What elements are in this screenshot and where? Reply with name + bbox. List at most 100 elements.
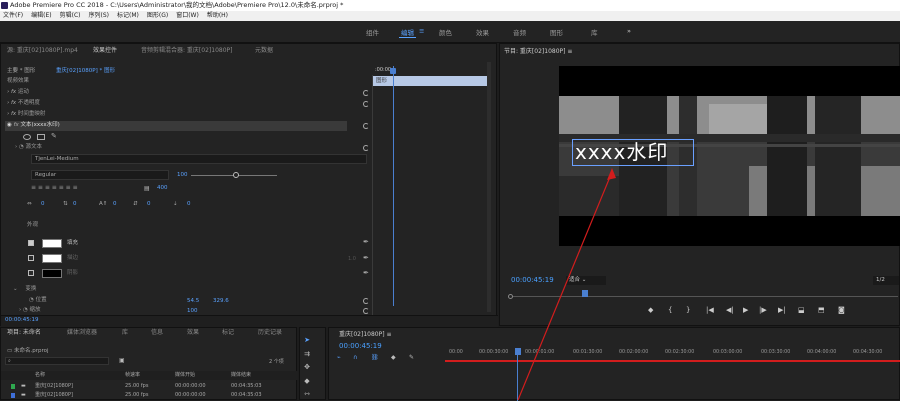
work-area-bar[interactable] — [445, 360, 900, 362]
step-back-icon[interactable]: ◀| — [726, 306, 734, 314]
workspace-color[interactable]: 颜色 — [439, 27, 452, 37]
reset-icon[interactable] — [363, 298, 369, 304]
tracking-value[interactable]: 400 — [157, 185, 168, 191]
tab-metadata[interactable]: 元数据 — [255, 44, 273, 58]
zoom-handle-left[interactable] — [508, 294, 513, 299]
sequence-tab[interactable]: 重庆[02]1080P] ≡ — [339, 329, 391, 338]
timeline-ruler[interactable]: 00:00 00:00:30:00 00:00:01:00 00:01:30:0… — [445, 345, 900, 367]
timeline-playhead[interactable] — [517, 355, 518, 401]
font-size-value[interactable]: 100 — [177, 172, 188, 178]
lift-icon[interactable]: ⬓ — [798, 306, 805, 314]
step-forward-icon[interactable]: |▶ — [759, 306, 767, 314]
text-layer-label[interactable]: ◉ fx 文本(xxxx水印) — [7, 121, 60, 130]
slip-tool-icon[interactable]: ⇿ — [302, 390, 312, 399]
column-fps[interactable]: 帧速率 — [125, 371, 140, 380]
workspace-audio[interactable]: 音频 — [513, 27, 526, 37]
master-clip-label[interactable]: 主要 * 图形 — [7, 66, 35, 74]
menu-file[interactable]: 文件(F) — [3, 11, 23, 21]
shadow-color-swatch[interactable] — [42, 269, 62, 278]
stroke-width-value[interactable]: 1.0 — [348, 255, 356, 264]
reset-icon[interactable] — [363, 123, 369, 129]
workspace-assembly[interactable]: 组件 — [366, 27, 379, 37]
tab-libraries[interactable]: 库 — [122, 328, 128, 338]
wrench-icon[interactable]: ✎ — [409, 354, 414, 361]
workspace-graphics[interactable]: 图形 — [550, 27, 563, 37]
workspace-libraries[interactable]: 库 — [591, 27, 598, 37]
reset-icon[interactable] — [363, 308, 369, 314]
rectangle-mask-icon[interactable] — [37, 134, 45, 140]
ripple-edit-tool-icon[interactable]: ✥ — [302, 363, 312, 372]
mark-in-icon[interactable]: { — [668, 306, 672, 314]
shadow-checkbox[interactable] — [28, 270, 34, 276]
go-to-in-icon[interactable]: |◀ — [706, 306, 714, 314]
table-row[interactable]: ▬ 重庆[02]1080P] 25.00 fps 00:00:00:00 00:… — [1, 382, 298, 391]
program-timecode[interactable]: 00:00:45:19 — [511, 276, 554, 284]
go-to-out-icon[interactable]: ▶| — [778, 306, 786, 314]
table-row[interactable]: ▬ 重庆[02]1080P] 25.00 fps 00:00:00:00 00:… — [1, 391, 298, 400]
workspace-more-icon[interactable]: » — [627, 27, 631, 35]
add-marker-icon[interactable]: ◆ — [391, 354, 396, 361]
font-dropdown[interactable]: TjenLei-Medium — [31, 154, 367, 164]
tab-effects[interactable]: 效果 — [187, 328, 199, 338]
pen-mask-icon[interactable]: ✎ — [51, 132, 57, 140]
label-color-chip[interactable] — [11, 393, 15, 398]
baseline-value[interactable]: 0 — [113, 201, 117, 207]
font-size-slider-thumb[interactable] — [233, 172, 239, 178]
workspace-editing[interactable]: 编辑 — [399, 27, 416, 38]
text-align-buttons[interactable]: ≡ ≡ ≡ ≡ ≡ ≡ ≡ — [31, 184, 131, 193]
tab-markers[interactable]: 标记 — [222, 328, 234, 338]
play-icon[interactable]: ▶ — [743, 306, 748, 314]
position-x-value[interactable]: 54.5 — [187, 298, 199, 304]
tsume-value[interactable]: 0 — [147, 201, 151, 207]
tab-source[interactable]: 源: 重庆[02]1080P].mp4 — [7, 44, 78, 58]
effect-panel-timecode[interactable]: 00:00:45:19 — [5, 317, 39, 323]
effect-row-opacity[interactable]: › fx 不透明度 — [7, 99, 40, 108]
timeline-timecode[interactable]: 00:00:45:19 — [339, 342, 382, 350]
resolution-dropdown[interactable]: 1/2 — [873, 276, 899, 285]
leading-value[interactable]: 0 — [73, 201, 77, 207]
effect-row-motion[interactable]: › fx 运动 — [7, 88, 29, 97]
font-style-dropdown[interactable]: Regular — [31, 170, 169, 180]
timeline-playhead-handle[interactable] — [515, 348, 521, 355]
menu-help[interactable]: 帮助(H) — [207, 11, 228, 21]
tab-media-browser[interactable]: 媒体浏览器 — [67, 328, 97, 338]
menu-clip[interactable]: 剪辑(C) — [60, 11, 81, 21]
program-monitor-title[interactable]: 节目: 重庆[02]1080P] ≡ — [504, 46, 572, 55]
track-select-tool-icon[interactable]: ⇉ — [302, 350, 312, 359]
tab-effect-controls[interactable]: 效果控件 — [93, 44, 117, 58]
stroke-checkbox[interactable] — [28, 255, 34, 261]
fill-checkbox[interactable] — [28, 240, 34, 246]
mini-playhead-handle[interactable] — [390, 68, 396, 74]
fit-dropdown[interactable]: 适合 ⌄ — [566, 276, 606, 285]
label-color-chip[interactable] — [11, 384, 15, 389]
search-input[interactable]: ⌕ — [5, 357, 109, 365]
razor-tool-icon[interactable]: ◆ — [302, 377, 312, 386]
eyedropper-icon[interactable]: ✒ — [363, 254, 369, 262]
eyedropper-icon[interactable]: ✒ — [363, 269, 369, 277]
menu-window[interactable]: 窗口(W) — [176, 11, 199, 21]
tab-audio-mixer[interactable]: 音频剪辑混合器: 重庆[02]1080P] — [141, 44, 232, 58]
add-marker-icon[interactable]: ◆ — [648, 306, 653, 314]
position-y-value[interactable]: 329.6 — [213, 298, 229, 304]
graphic-clip-bar[interactable]: 图形 — [373, 76, 489, 86]
tab-project[interactable]: 项目: 未命名 — [7, 328, 41, 338]
reset-icon[interactable] — [363, 90, 369, 96]
eyedropper-icon[interactable]: ✒ — [363, 238, 369, 246]
column-media-end[interactable]: 媒体结束 — [231, 371, 251, 380]
snap-icon[interactable]: ∩ — [353, 354, 357, 361]
export-frame-icon[interactable]: ◙ — [838, 306, 845, 314]
menu-sequence[interactable]: 序列(S) — [89, 11, 110, 21]
mark-out-icon[interactable]: } — [686, 306, 690, 314]
mini-playhead[interactable] — [393, 66, 394, 306]
indent-value[interactable]: 0 — [187, 201, 191, 207]
reset-icon[interactable] — [363, 145, 369, 151]
program-playhead[interactable] — [582, 290, 588, 297]
linked-selection-icon[interactable]: ⛓ — [371, 354, 379, 361]
scale-value[interactable]: 100 — [187, 308, 198, 314]
watermark-text[interactable]: xxxx水印 — [575, 138, 668, 166]
workspace-menu-icon[interactable]: ≡ — [419, 27, 424, 35]
effect-panel-scrollbar[interactable] — [487, 62, 491, 312]
tab-history[interactable]: 历史记录 — [258, 328, 282, 338]
column-name[interactable]: 名称 — [35, 371, 45, 380]
video-preview[interactable]: xxxx水印 — [559, 66, 900, 246]
